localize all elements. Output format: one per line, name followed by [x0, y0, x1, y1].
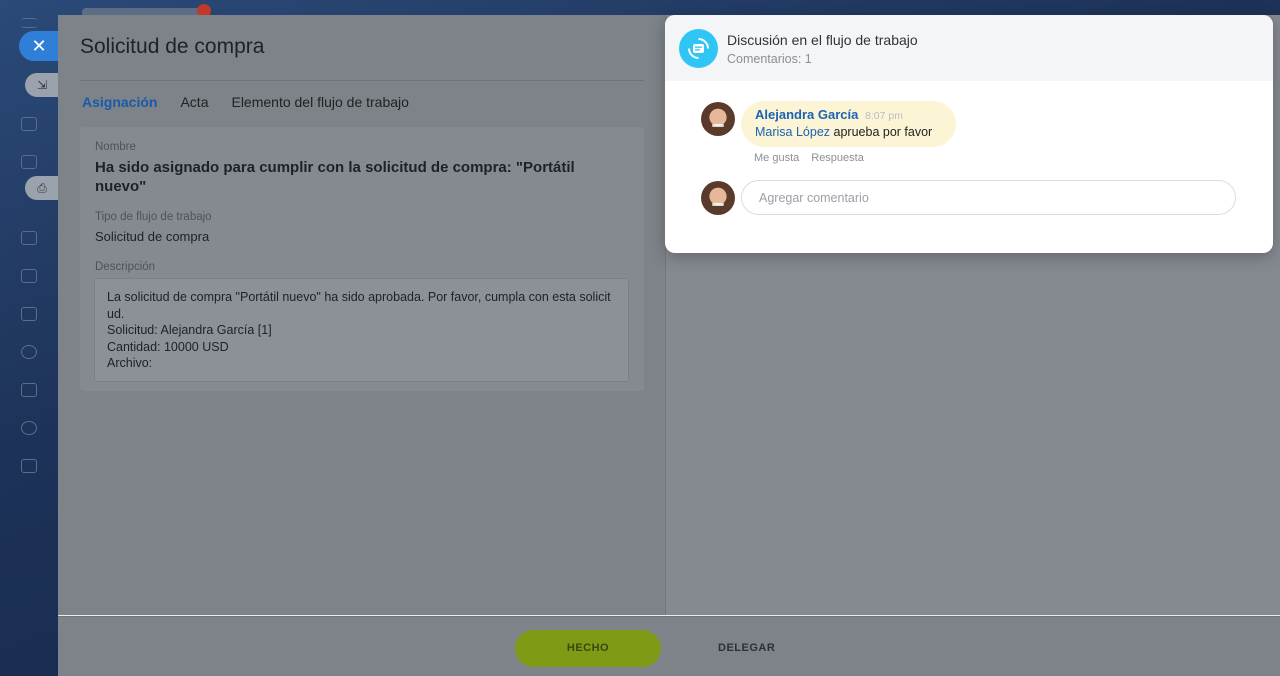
workflow-type-value: Solicitud de compra [95, 229, 210, 244]
workflow-type-label: Tipo de flujo de trabajo [95, 211, 212, 223]
analytics-icon[interactable] [21, 383, 37, 397]
discussion-popup: Discusión en el flujo de trabajo Comenta… [665, 15, 1273, 253]
filter-icon[interactable] [21, 155, 37, 169]
comment-body: aprueba por favor [830, 125, 933, 139]
support-icon[interactable] [21, 421, 37, 435]
task-content-area: Solicitud de compra Asignación Acta Elem… [58, 15, 665, 615]
description-value: La solicitud de compra "Portátil nuevo" … [94, 278, 629, 382]
comment-mention[interactable]: Marisa López [755, 125, 830, 139]
target-icon[interactable] [21, 345, 37, 359]
commenter-avatar[interactable] [701, 102, 735, 136]
task-footer: HECHO DELEGAR [58, 616, 1280, 676]
edit-icon[interactable] [21, 307, 37, 321]
name-value: Ha sido asignado para cumplir con la sol… [95, 159, 575, 195]
current-user-avatar [701, 181, 735, 215]
comment-bubble: Alejandra García 8:07 pm Marisa López ap… [741, 101, 956, 147]
tab-assignment[interactable]: Asignación [82, 94, 157, 110]
task-tabs: Asignación Acta Elemento del flujo de tr… [82, 94, 409, 110]
comment-time: 8:07 pm [865, 110, 903, 122]
like-button[interactable]: Me gusta [754, 152, 799, 164]
title-divider [80, 80, 644, 81]
comment-count: Comentarios: 1 [727, 52, 812, 66]
description-label: Descripción [95, 261, 156, 273]
done-button[interactable]: HECHO [515, 630, 661, 667]
chat-icon[interactable] [21, 231, 37, 245]
workflow-discussion-icon [679, 29, 718, 68]
delegate-button[interactable]: DELEGAR [718, 630, 775, 667]
add-comment-input[interactable] [741, 180, 1236, 215]
discussion-title: Discusión en el flujo de trabajo [727, 32, 918, 48]
print-icon[interactable]: ⎙ [25, 176, 59, 200]
calendar-icon[interactable] [21, 459, 37, 473]
reply-button[interactable]: Respuesta [811, 152, 864, 164]
tab-workflow-element[interactable]: Elemento del flujo de trabajo [231, 94, 408, 110]
tab-minutes[interactable]: Acta [180, 94, 208, 110]
left-sidebar [0, 0, 58, 676]
task-details-card: Nombre Ha sido asignado para cumplir con… [80, 127, 644, 391]
name-label: Nombre [95, 141, 136, 153]
page-title: Solicitud de compra [80, 35, 265, 58]
menu-icon[interactable] [21, 18, 37, 28]
comment-text: Marisa López aprueba por favor [755, 125, 932, 139]
minimize-icon[interactable]: ⇲ [25, 73, 59, 97]
comment-author[interactable]: Alejandra García [755, 107, 858, 122]
drive-icon[interactable] [21, 269, 37, 283]
comment-actions: Me gusta Respuesta [754, 152, 864, 164]
tasks-icon[interactable] [21, 117, 37, 131]
discussion-header: Discusión en el flujo de trabajo Comenta… [665, 15, 1273, 81]
close-slider-button[interactable]: ✕ [19, 31, 59, 61]
